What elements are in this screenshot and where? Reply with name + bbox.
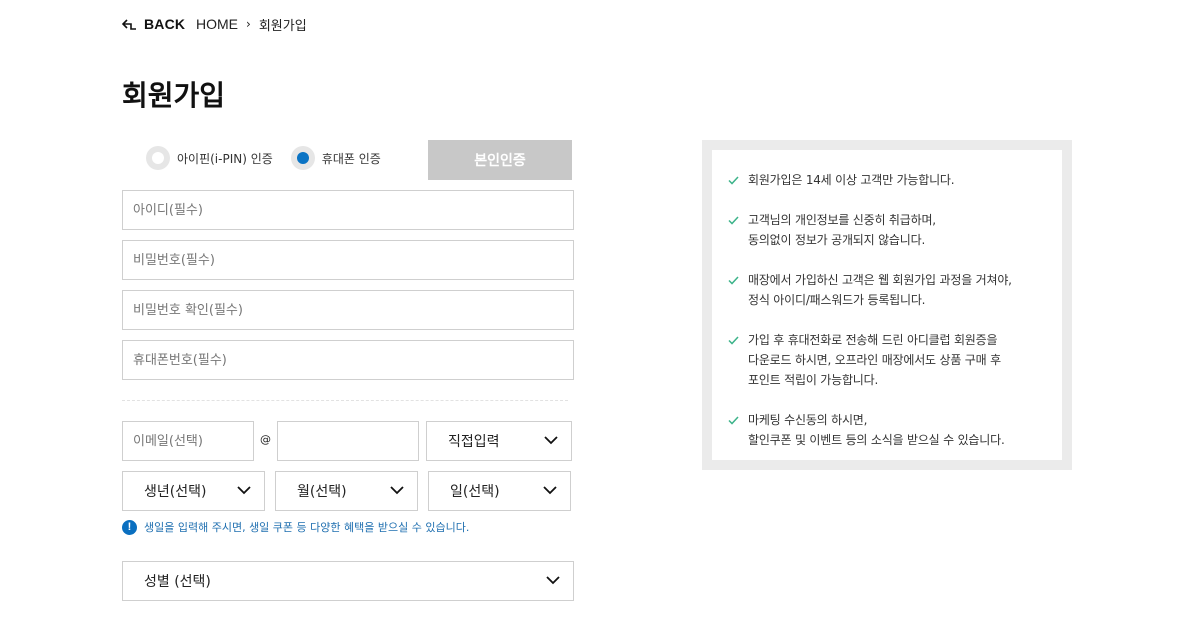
check-icon xyxy=(728,170,740,190)
birth-year-label: 생년(선택) xyxy=(144,484,207,500)
password-input[interactable] xyxy=(122,240,574,280)
check-icon xyxy=(728,410,740,430)
info-text: 회원가입은 14세 이상 고객만 가능합니다. xyxy=(748,173,955,187)
breadcrumb: HOME › 회원가입 xyxy=(196,14,307,34)
birth-notice-text: 생일을 입력해 주시면, 생일 쿠폰 등 다양한 혜택을 받으실 수 있습니다. xyxy=(144,521,470,534)
page-title: 회원가입 xyxy=(122,79,226,112)
back-button[interactable]: BACK xyxy=(122,14,185,34)
check-icon xyxy=(728,270,740,290)
breadcrumb-separator: › xyxy=(246,17,251,31)
info-item: 가입 후 휴대전화로 전송해 드린 아디클럽 회원증을 다운로드 하시면, 오프… xyxy=(728,330,1062,390)
check-icon xyxy=(728,210,740,230)
birth-month-label: 월(선택) xyxy=(297,484,347,500)
chevron-down-icon xyxy=(544,436,558,445)
chevron-down-icon xyxy=(390,486,404,495)
info-text: 가입 후 휴대전화로 전송해 드린 아디클럽 회원증을 다운로드 하시면, 오프… xyxy=(748,333,1001,387)
check-icon xyxy=(728,330,740,350)
email-at-sign: @ xyxy=(260,433,271,446)
email-domain-select[interactable]: 직접입력 xyxy=(426,421,572,461)
phone-radio-label: 휴대폰 인증 xyxy=(321,151,381,166)
chevron-down-icon xyxy=(237,486,251,495)
verify-method-group: 아이핀(i-PIN) 인증 휴대폰 인증 xyxy=(146,145,381,171)
chevron-down-icon xyxy=(546,576,560,585)
email-domain-select-label: 직접입력 xyxy=(448,434,500,450)
info-text: 매장에서 가입하신 고객은 웹 회원가입 과정을 거쳐야, 정식 아이디/패스워… xyxy=(748,273,1012,307)
gender-select[interactable]: 성별 (선택) xyxy=(122,561,574,601)
birth-day-select[interactable]: 일(선택) xyxy=(428,471,571,511)
phone-radio[interactable] xyxy=(290,146,315,170)
birth-year-select[interactable]: 생년(선택) xyxy=(122,471,265,511)
ipin-radio[interactable] xyxy=(146,146,170,170)
phone-radio-option[interactable]: 휴대폰 인증 xyxy=(290,146,381,170)
email-domain-input[interactable] xyxy=(277,421,419,461)
phone-input[interactable] xyxy=(122,340,574,380)
verify-button[interactable]: 본인인증 xyxy=(428,140,572,180)
info-icon: ! xyxy=(122,519,137,535)
info-item: 마케팅 수신동의 하시면, 할인쿠폰 및 이벤트 등의 소식을 받으실 수 있습… xyxy=(728,410,1062,450)
breadcrumb-current: 회원가입 xyxy=(258,18,307,34)
ipin-radio-option[interactable]: 아이핀(i-PIN) 인증 xyxy=(146,146,273,170)
info-text: 고객님의 개인정보를 신중히 취급하며, 동의없이 정보가 공개되지 않습니다. xyxy=(748,213,936,247)
breadcrumb-home[interactable]: HOME xyxy=(196,16,238,32)
chevron-down-icon xyxy=(543,486,557,495)
password-confirm-input[interactable] xyxy=(122,290,574,330)
back-label: BACK xyxy=(144,16,186,32)
birth-notice: ! 생일을 입력해 주시면, 생일 쿠폰 등 다양한 혜택을 받으실 수 있습니… xyxy=(122,518,469,536)
signup-info-content: 회원가입은 14세 이상 고객만 가능합니다. 고객님의 개인정보를 신중히 취… xyxy=(712,150,1062,460)
ipin-radio-label: 아이핀(i-PIN) 인증 xyxy=(177,151,273,166)
birth-day-label: 일(선택) xyxy=(450,484,500,500)
info-text: 마케팅 수신동의 하시면, 할인쿠폰 및 이벤트 등의 소식을 받으실 수 있습… xyxy=(748,413,1005,447)
section-divider xyxy=(122,400,568,401)
info-item: 회원가입은 14세 이상 고객만 가능합니다. xyxy=(728,170,1062,190)
email-local-input[interactable] xyxy=(122,421,254,461)
birth-month-select[interactable]: 월(선택) xyxy=(275,471,418,511)
id-input[interactable] xyxy=(122,190,574,230)
info-list: 회원가입은 14세 이상 고객만 가능합니다. 고객님의 개인정보를 신중히 취… xyxy=(728,170,1062,450)
info-item: 매장에서 가입하신 고객은 웹 회원가입 과정을 거쳐야, 정식 아이디/패스워… xyxy=(728,270,1062,310)
info-item: 고객님의 개인정보를 신중히 취급하며, 동의없이 정보가 공개되지 않습니다. xyxy=(728,210,1062,250)
gender-select-label: 성별 (선택) xyxy=(144,574,211,590)
signup-info-panel: 회원가입은 14세 이상 고객만 가능합니다. 고객님의 개인정보를 신중히 취… xyxy=(702,140,1072,470)
back-arrow-icon xyxy=(122,18,136,30)
